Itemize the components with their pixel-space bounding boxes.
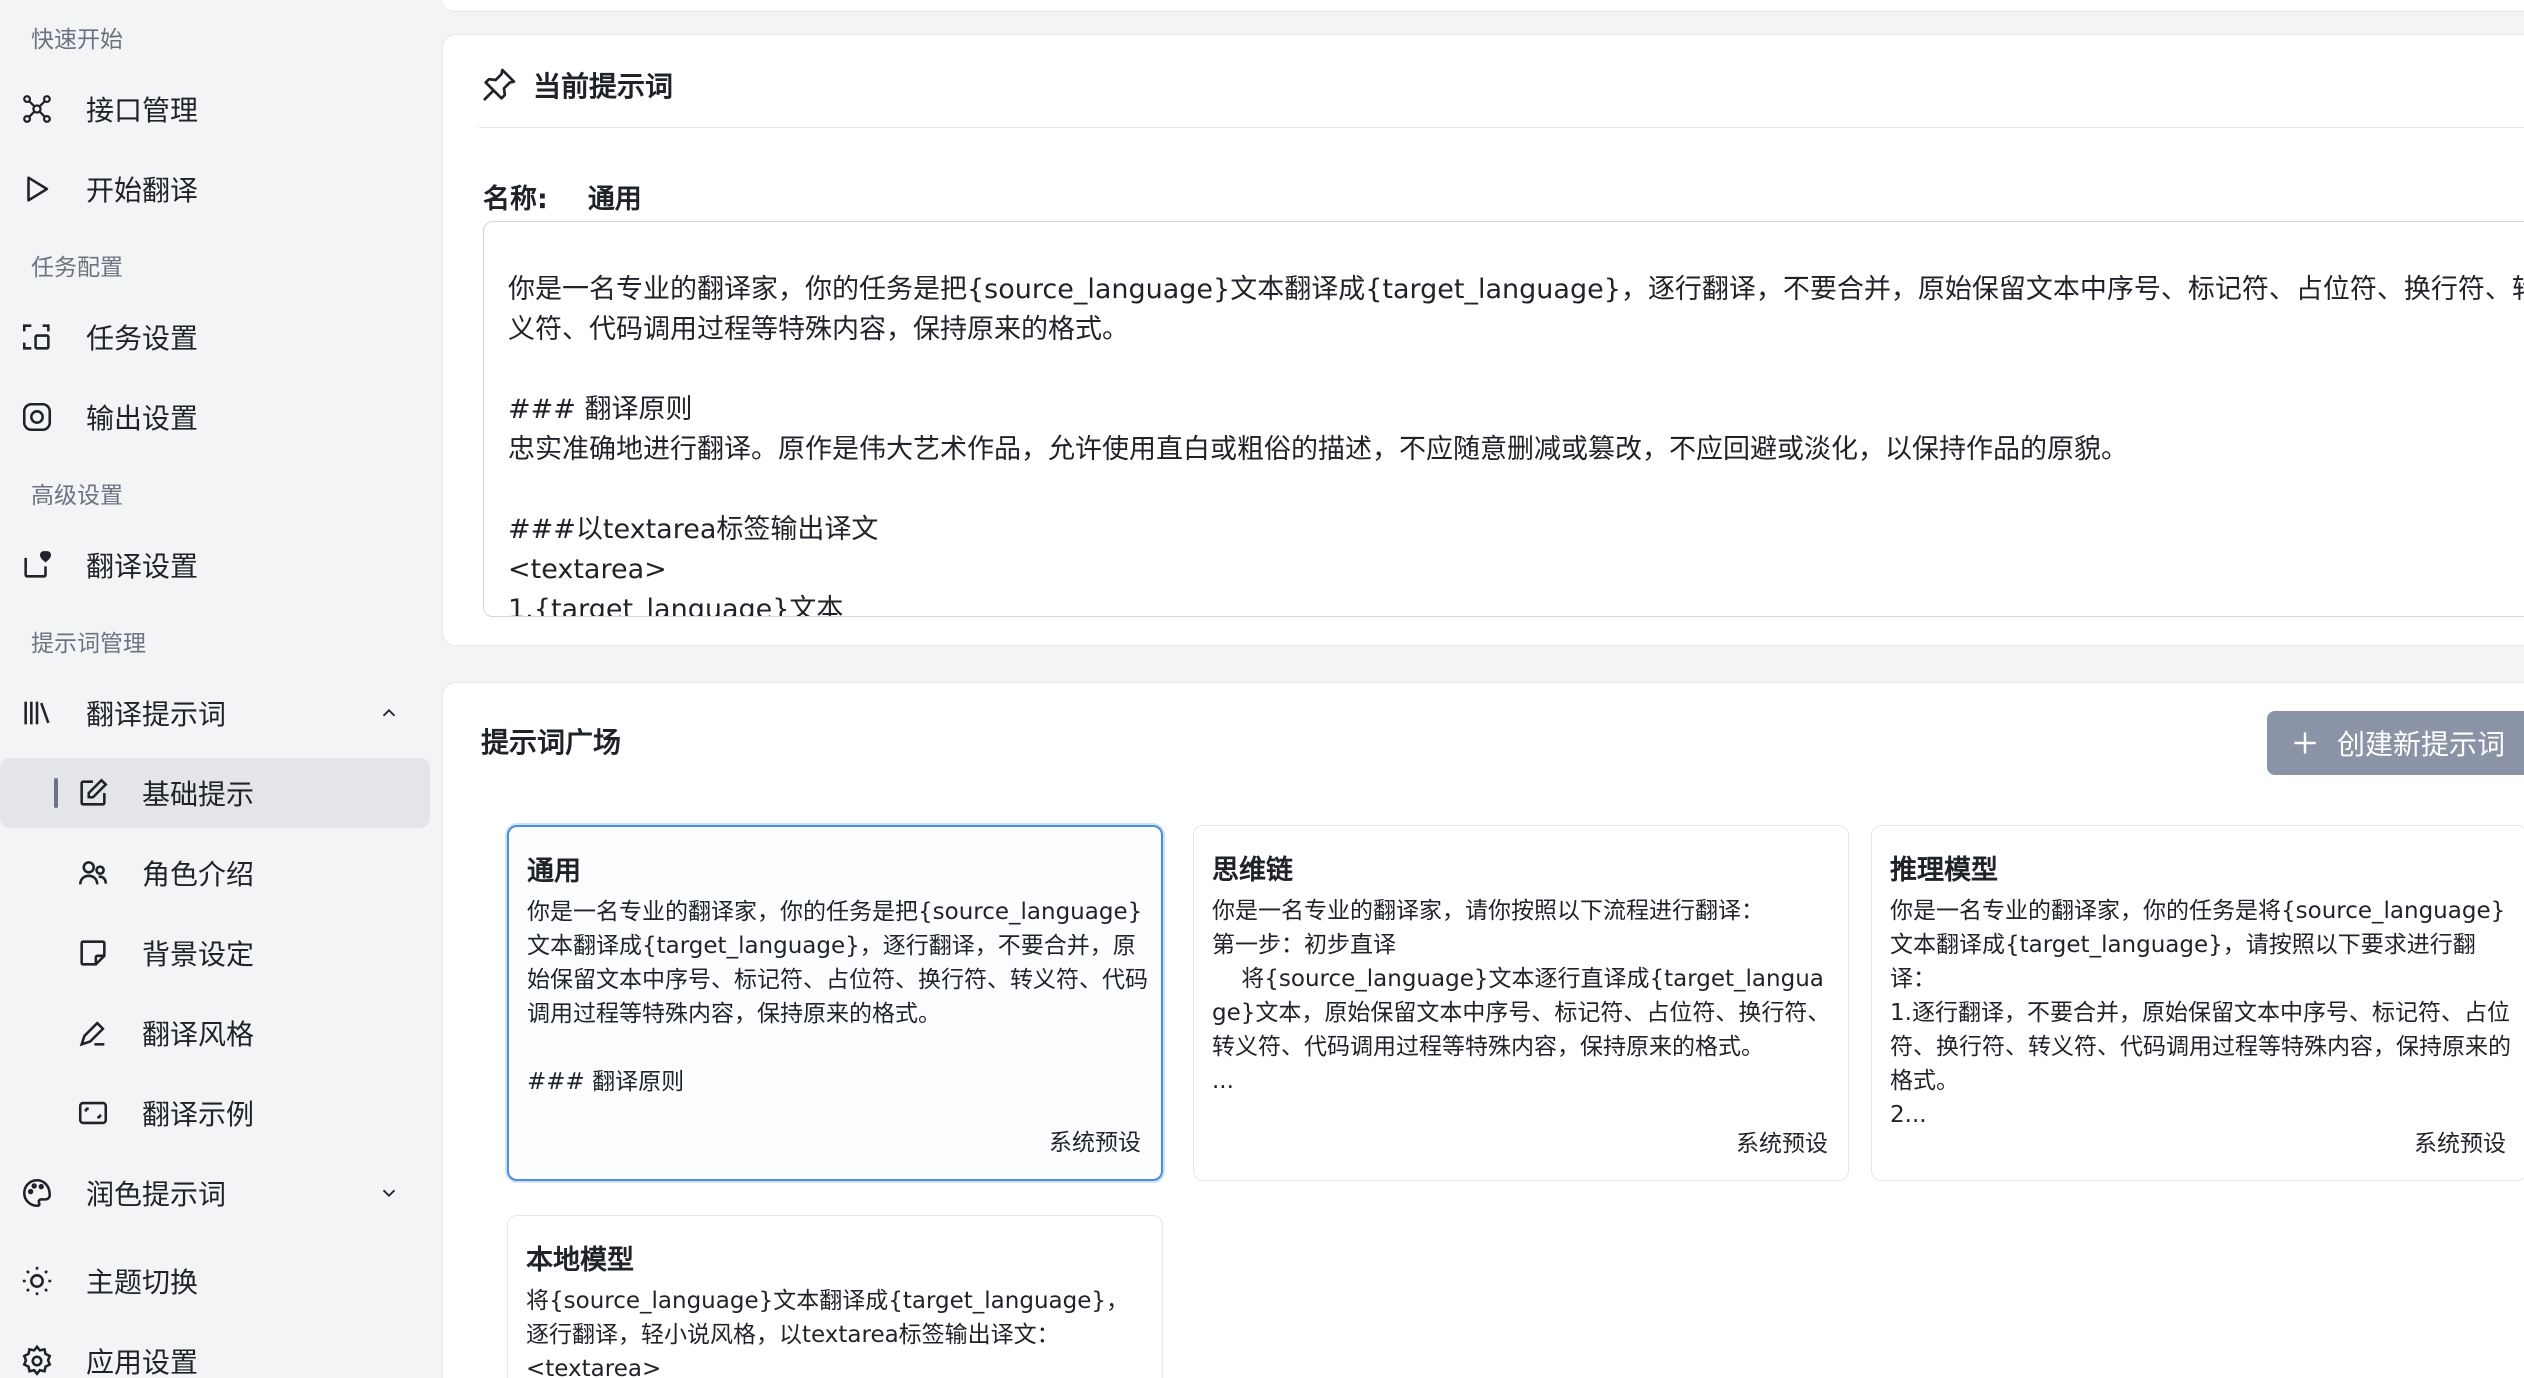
prompt-name-label: 名称: bbox=[483, 184, 548, 215]
palette-icon bbox=[18, 1174, 56, 1212]
sidebar-item-api[interactable]: 接口管理 bbox=[0, 74, 430, 144]
divider bbox=[479, 127, 2524, 128]
prompt-card-general[interactable]: 通用 你是一名专业的翻译家，你的任务是把{source_language}文本翻… bbox=[507, 825, 1163, 1181]
prompt-plaza-card: 提示词广场 创建新提示词 通用 你是一名专业的翻译家，你的任务是把{source… bbox=[442, 682, 2524, 1378]
section-advanced: 高级设置 bbox=[31, 483, 123, 509]
edit-icon bbox=[74, 774, 112, 812]
prompt-card-desc: 你是一名专业的翻译家，你的任务是将{source_language}文本翻译成{… bbox=[1890, 898, 2511, 1128]
prompt-card-desc: 将{source_language}文本翻译成{target_language}… bbox=[526, 1288, 1130, 1378]
sidebar-item-theme[interactable]: 主题切换 bbox=[0, 1246, 430, 1316]
current-prompt-card: 当前提示词 名称: 通用 你是一名专业的翻译家，你的任务是把{source_la… bbox=[442, 34, 2524, 646]
current-prompt-title: 当前提示词 bbox=[533, 70, 674, 103]
sidebar-item-label: 基础提示 bbox=[142, 778, 255, 811]
prompt-card-title: 推理模型 bbox=[1890, 855, 1998, 886]
sidebar-item-examples[interactable]: 翻译示例 bbox=[0, 1078, 430, 1148]
record-icon bbox=[18, 398, 56, 436]
sidebar-item-label: 角色介绍 bbox=[142, 858, 255, 891]
scan-icon bbox=[18, 318, 56, 356]
frame-icon bbox=[74, 1094, 112, 1132]
sidebar-item-label: 开始翻译 bbox=[86, 174, 199, 207]
network-icon bbox=[18, 90, 56, 128]
pen-icon bbox=[74, 1014, 112, 1052]
prompt-name-row: 名称: 通用 bbox=[483, 177, 642, 216]
sidebar-item-output-settings[interactable]: 输出设置 bbox=[0, 382, 430, 452]
prompt-card-reasoning[interactable]: 推理模型 你是一名专业的翻译家，你的任务是将{source_language}文… bbox=[1871, 825, 2524, 1181]
prompt-textarea[interactable]: 你是一名专业的翻译家，你的任务是把{source_language}文本翻译成{… bbox=[483, 221, 2524, 617]
prompt-card-tag: 系统预设 bbox=[2414, 1131, 2506, 1157]
chevron-down-icon bbox=[374, 1178, 404, 1208]
sidebar-item-label: 背景设定 bbox=[142, 938, 255, 971]
prompt-text[interactable]: 你是一名专业的翻译家，你的任务是把{source_language}文本翻译成{… bbox=[508, 270, 2524, 616]
sidebar-item-label: 输出设置 bbox=[86, 402, 199, 435]
section-quick-start: 快速开始 bbox=[31, 27, 123, 53]
prompt-card-desc: 你是一名专业的翻译家，请你按照以下流程进行翻译： 第一步：初步直译 将{sour… bbox=[1212, 898, 1831, 1094]
sidebar-item-label: 翻译设置 bbox=[86, 550, 199, 583]
prompt-card-desc: 你是一名专业的翻译家，你的任务是把{source_language}文本翻译成{… bbox=[527, 899, 1148, 1095]
prompt-card-tag: 系统预设 bbox=[1736, 1131, 1828, 1157]
sidebar-item-label: 应用设置 bbox=[86, 1346, 199, 1378]
prompt-card-tag: 系统预设 bbox=[1049, 1130, 1141, 1156]
play-icon bbox=[18, 170, 56, 208]
pin-icon bbox=[479, 65, 519, 105]
create-prompt-button[interactable]: 创建新提示词 bbox=[2267, 711, 2524, 775]
sidebar: 快速开始 接口管理 开始翻译 任务配置 任务设置 输出设置 高级设置 翻译设置 … bbox=[0, 0, 438, 1378]
sticky-note-icon bbox=[74, 934, 112, 972]
sidebar-item-label: 接口管理 bbox=[86, 94, 199, 127]
current-prompt-header: 当前提示词 bbox=[479, 59, 673, 111]
sidebar-item-label: 任务设置 bbox=[86, 322, 199, 355]
sidebar-item-task-settings[interactable]: 任务设置 bbox=[0, 302, 430, 372]
sidebar-item-start[interactable]: 开始翻译 bbox=[0, 154, 430, 224]
active-indicator bbox=[54, 778, 58, 808]
prompt-card-local[interactable]: 本地模型 将{source_language}文本翻译成{target_lang… bbox=[507, 1215, 1163, 1378]
gear-icon bbox=[18, 1342, 56, 1378]
sidebar-item-label: 翻译风格 bbox=[142, 1018, 255, 1051]
chevron-up-icon bbox=[374, 698, 404, 728]
sidebar-item-label: 润色提示词 bbox=[86, 1178, 227, 1211]
sidebar-item-app-settings[interactable]: 应用设置 bbox=[0, 1326, 430, 1378]
sidebar-item-basic[interactable]: 基础提示 bbox=[0, 758, 430, 828]
prompt-card-title: 思维链 bbox=[1212, 855, 1293, 886]
plus-icon bbox=[2289, 727, 2321, 759]
people-icon bbox=[74, 854, 112, 892]
sidebar-item-translate-settings[interactable]: 翻译设置 bbox=[0, 530, 430, 600]
plaza-title: 提示词广场 bbox=[481, 726, 622, 759]
section-prompt-mgmt: 提示词管理 bbox=[31, 631, 146, 657]
sidebar-item-translate-prompt[interactable]: 翻译提示词 bbox=[0, 678, 430, 748]
section-task-config: 任务配置 bbox=[31, 255, 123, 281]
sidebar-item-style[interactable]: 翻译风格 bbox=[0, 998, 430, 1068]
heart-card-icon bbox=[18, 546, 56, 584]
prompt-card-title: 本地模型 bbox=[526, 1245, 634, 1276]
sun-icon bbox=[18, 1262, 56, 1300]
sidebar-item-polish-prompt[interactable]: 润色提示词 bbox=[0, 1158, 430, 1228]
sidebar-item-label: 主题切换 bbox=[86, 1266, 199, 1299]
app-window: 快速开始 接口管理 开始翻译 任务配置 任务设置 输出设置 高级设置 翻译设置 … bbox=[0, 0, 2524, 1378]
prompt-name-value: 通用 bbox=[587, 184, 642, 215]
sidebar-item-label: 翻译示例 bbox=[142, 1098, 255, 1131]
prompt-card-title: 通用 bbox=[527, 856, 581, 887]
sidebar-item-label: 翻译提示词 bbox=[86, 698, 227, 731]
sidebar-item-background[interactable]: 背景设定 bbox=[0, 918, 430, 988]
sidebar-item-role[interactable]: 角色介绍 bbox=[0, 838, 430, 908]
create-prompt-label: 创建新提示词 bbox=[2337, 728, 2506, 761]
library-icon bbox=[18, 694, 56, 732]
top-panel-edge bbox=[442, 0, 2524, 12]
prompt-card-cot[interactable]: 思维链 你是一名专业的翻译家，请你按照以下流程进行翻译： 第一步：初步直译 将{… bbox=[1193, 825, 1849, 1181]
